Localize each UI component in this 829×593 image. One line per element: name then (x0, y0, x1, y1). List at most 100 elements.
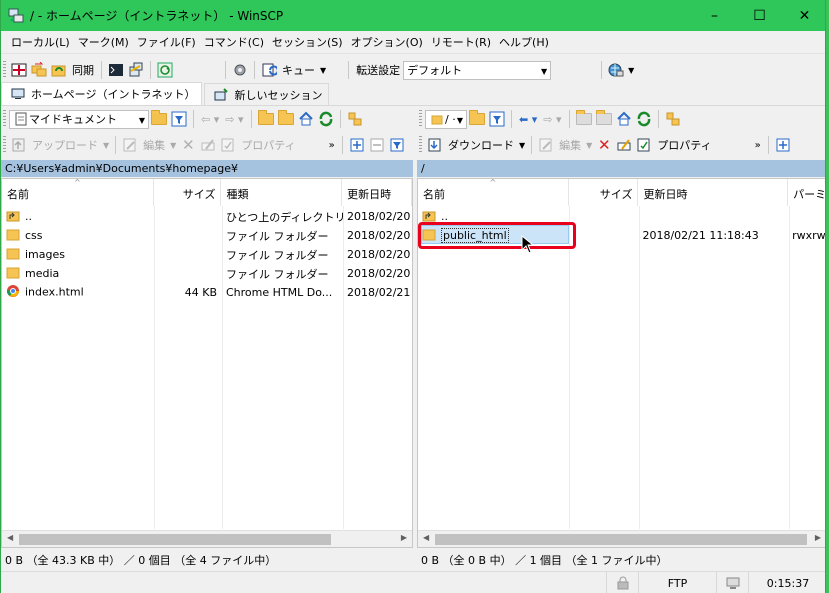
edit-icon[interactable] (537, 136, 555, 154)
download-icon[interactable] (426, 136, 444, 154)
menu-file[interactable]: ファイル(F) (133, 34, 200, 50)
home-icon[interactable] (615, 110, 633, 128)
rename-icon[interactable] (615, 136, 633, 154)
console-icon[interactable] (107, 61, 125, 79)
remote-location-combo[interactable]: / · ▼ (425, 109, 467, 129)
network-icon (716, 572, 748, 593)
filter-select-icon[interactable] (388, 136, 406, 154)
scroll-right-arrow-icon[interactable]: ▶ (815, 533, 821, 542)
properties-icon[interactable] (219, 136, 237, 154)
new-plus-icon[interactable] (774, 136, 792, 154)
edit-label[interactable]: 編集 (559, 137, 581, 153)
rename-icon[interactable] (199, 136, 217, 154)
menu-session[interactable]: セッション(S) (268, 34, 347, 50)
transfer-settings-combo[interactable]: デフォルト ▼ (403, 60, 552, 80)
column-header-date[interactable]: 更新日時 (638, 179, 789, 206)
scroll-left-arrow-icon[interactable]: ◀ (7, 533, 13, 542)
delete-icon[interactable]: ✕ (595, 136, 613, 154)
tab-homepage-intranet[interactable]: ホームページ（イントラネット） (1, 82, 203, 105)
more-chevron-icon[interactable]: » (755, 140, 761, 151)
site-manager-globe-icon[interactable] (607, 61, 625, 79)
queue-icon[interactable] (260, 61, 278, 79)
upload-label[interactable]: アップロード (32, 137, 98, 153)
list-item[interactable]: images ファイル フォルダー 2018/02/20 (2, 245, 412, 264)
minus-icon[interactable] (368, 136, 386, 154)
column-header-size[interactable]: サイズ (569, 179, 639, 206)
download-dropdown-icon[interactable]: ▼ (519, 141, 525, 150)
menu-local[interactable]: ローカル(L) (7, 34, 74, 50)
remote-list-header: ^ 名前 サイズ 更新日時 パーミッ (418, 179, 825, 206)
root-directory-icon[interactable] (277, 110, 295, 128)
forward-arrow-icon[interactable]: ⇨ ▾ (543, 113, 561, 126)
list-item[interactable]: .. ひとつ上のディレクトリ 2018/02/20 (2, 207, 412, 226)
menu-remote[interactable]: リモート(R) (427, 34, 495, 50)
column-header-date[interactable]: 更新日時 (342, 179, 412, 206)
putty-icon[interactable] (127, 61, 145, 79)
synchronize-icon[interactable] (50, 61, 68, 79)
find-files-icon[interactable] (346, 110, 364, 128)
close-button[interactable]: ✕ (782, 0, 825, 31)
menu-command[interactable]: コマンド(C) (200, 34, 268, 50)
edit-label[interactable]: 編集 (143, 137, 165, 153)
menu-help[interactable]: ヘルプ(H) (495, 34, 553, 50)
menu-mark[interactable]: マーク(M) (74, 34, 133, 50)
tab-new-session[interactable]: 新しいセッション (204, 83, 330, 105)
column-header-type[interactable]: 種類 (221, 179, 343, 206)
new-plus-icon[interactable] (348, 136, 366, 154)
local-file-list[interactable]: ^ 名前 サイズ 種類 更新日時 .. ひとつ上のディレクトリ 2018/02/… (1, 178, 413, 548)
list-item[interactable]: media ファイル フォルダー 2018/02/20 (2, 264, 412, 283)
back-arrow-icon[interactable]: ⬅ ▾ (519, 113, 537, 126)
back-arrow-icon[interactable]: ⇦ ▾ (201, 113, 219, 126)
scroll-thumb[interactable] (19, 534, 331, 545)
site-manager-dropdown-icon[interactable]: ▼ (628, 66, 634, 75)
parent-directory-icon[interactable] (575, 110, 593, 128)
scroll-right-arrow-icon[interactable]: ▶ (401, 533, 407, 542)
queue-dropdown-arrow-icon[interactable]: ▼ (320, 66, 326, 75)
add-directory-icon[interactable] (10, 61, 28, 79)
refresh-icon[interactable] (317, 110, 335, 128)
local-location-combo[interactable]: マイドキュメント ▼ (9, 109, 149, 129)
properties-label[interactable]: プロパティ (241, 137, 295, 153)
refresh-icon[interactable] (635, 110, 653, 128)
menu-options[interactable]: オプション(O) (347, 34, 427, 50)
properties-label[interactable]: プロパティ (657, 137, 711, 153)
local-list-header: ^ 名前 サイズ 種類 更新日時 (2, 179, 412, 206)
edit-dropdown-icon[interactable]: ▼ (586, 141, 592, 150)
upload-icon[interactable] (10, 136, 28, 154)
local-horizontal-scrollbar[interactable]: ◀ ▶ (2, 530, 412, 547)
home-icon[interactable] (297, 110, 315, 128)
open-directory-icon[interactable] (468, 110, 486, 128)
list-item[interactable]: css ファイル フォルダー 2018/02/20 (2, 226, 412, 245)
parent-directory-icon[interactable] (257, 110, 275, 128)
root-directory-icon[interactable] (595, 110, 613, 128)
more-chevron-icon[interactable]: » (329, 140, 335, 151)
column-header-size[interactable]: サイズ (154, 179, 222, 206)
column-header-name[interactable]: ^ 名前 (2, 179, 154, 206)
preferences-gear-icon[interactable] (231, 61, 249, 79)
compare-directories-icon[interactable] (30, 61, 48, 79)
remote-horizontal-scrollbar[interactable]: ◀ ▶ (418, 530, 825, 547)
properties-icon[interactable] (635, 136, 653, 154)
open-directory-icon[interactable] (150, 110, 168, 128)
column-header-name[interactable]: ^ 名前 (418, 179, 569, 206)
synchronize-label[interactable]: 同期 (72, 62, 94, 78)
remote-path-bar[interactable]: / (417, 160, 825, 177)
edit-icon[interactable] (121, 136, 139, 154)
scroll-thumb[interactable] (435, 534, 807, 545)
upload-dropdown-icon[interactable]: ▼ (103, 141, 109, 150)
column-header-permissions[interactable]: パーミッ (788, 179, 825, 206)
find-files-icon[interactable] (664, 110, 682, 128)
edit-dropdown-icon[interactable]: ▼ (170, 141, 176, 150)
delete-icon[interactable]: ✕ (179, 136, 197, 154)
forward-arrow-icon[interactable]: ⇨ ▾ (225, 113, 243, 126)
maximize-button[interactable]: ☐ (737, 0, 782, 31)
refresh-panels-icon[interactable] (156, 61, 174, 79)
queue-label[interactable]: キュー (282, 62, 315, 78)
filter-icon[interactable] (170, 110, 188, 128)
minimize-button[interactable]: – (692, 0, 737, 31)
download-label[interactable]: ダウンロード (448, 137, 514, 153)
scroll-left-arrow-icon[interactable]: ◀ (423, 533, 429, 542)
local-path-bar[interactable]: C:¥Users¥admin¥Documents¥homepage¥ (1, 160, 413, 177)
list-item[interactable]: index.html 44 KB Chrome HTML Do... 2018/… (2, 283, 412, 302)
filter-icon[interactable] (488, 110, 506, 128)
